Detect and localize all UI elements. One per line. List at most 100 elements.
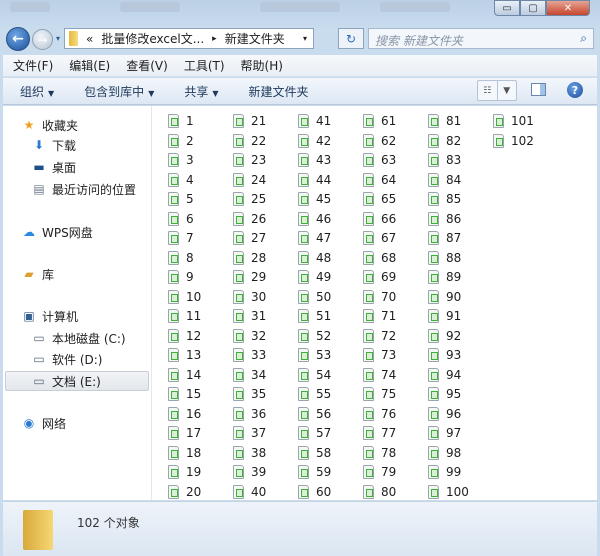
address-dropdown-icon[interactable]: ▾ [303, 34, 307, 43]
file-item[interactable]: 71 [363, 307, 396, 325]
sidebar-item[interactable]: ▭ 本地磁盘 (C:) [31, 328, 125, 348]
file-item[interactable]: 22 [233, 132, 266, 150]
file-item[interactable]: 69 [363, 268, 396, 286]
file-item[interactable]: 1 [168, 112, 194, 130]
file-item[interactable]: 24 [233, 171, 266, 189]
file-item[interactable]: 81 [428, 112, 461, 130]
breadcrumb-prefix[interactable]: « [86, 32, 93, 46]
sidebar-item[interactable]: ▤ 最近访问的位置 [31, 179, 136, 199]
file-item[interactable]: 54 [298, 366, 331, 384]
file-item[interactable]: 94 [428, 366, 461, 384]
menu-edit[interactable]: 编辑(E) [69, 57, 110, 74]
file-item[interactable]: 80 [363, 483, 396, 501]
breadcrumb-current[interactable]: 新建文件夹 [225, 30, 285, 47]
file-item[interactable]: 26 [233, 210, 266, 228]
file-item[interactable]: 87 [428, 229, 461, 247]
file-item[interactable]: 47 [298, 229, 331, 247]
organize-button[interactable]: 组织 ▼ [20, 83, 54, 100]
sidebar-item[interactable]: ▬ 桌面 [31, 157, 76, 177]
sidebar-item[interactable]: ▭ 软件 (D:) [31, 349, 102, 369]
new-folder-button[interactable]: 新建文件夹 [249, 83, 309, 100]
file-item[interactable]: 86 [428, 210, 461, 228]
file-item[interactable]: 4 [168, 171, 194, 189]
share-button[interactable]: 共享 ▼ [184, 83, 218, 100]
file-item[interactable]: 40 [233, 483, 266, 501]
file-item[interactable]: 39 [233, 463, 266, 481]
search-icon[interactable]: ⌕ [580, 31, 587, 46]
file-item[interactable]: 19 [168, 463, 201, 481]
sidebar-item[interactable]: ☁ WPS网盘 [21, 222, 93, 242]
file-item[interactable]: 17 [168, 424, 201, 442]
file-item[interactable]: 9 [168, 268, 194, 286]
file-item[interactable]: 88 [428, 249, 461, 267]
file-item[interactable]: 60 [298, 483, 331, 501]
file-item[interactable]: 27 [233, 229, 266, 247]
file-item[interactable]: 91 [428, 307, 461, 325]
view-dropdown-icon[interactable]: ▼ [498, 81, 517, 100]
preview-pane-button[interactable] [531, 83, 546, 96]
file-item[interactable]: 70 [363, 288, 396, 306]
file-item[interactable]: 57 [298, 424, 331, 442]
file-item[interactable]: 53 [298, 346, 331, 364]
file-item[interactable]: 56 [298, 405, 331, 423]
refresh-button[interactable]: ↻ [338, 28, 364, 49]
file-item[interactable]: 68 [363, 249, 396, 267]
file-item[interactable]: 74 [363, 366, 396, 384]
file-item[interactable]: 42 [298, 132, 331, 150]
file-item[interactable]: 62 [363, 132, 396, 150]
file-item[interactable]: 63 [363, 151, 396, 169]
address-bar[interactable]: « 批量修改excel文... ▸ 新建文件夹 ▾ [64, 28, 314, 49]
file-item[interactable]: 89 [428, 268, 461, 286]
file-item[interactable]: 5 [168, 190, 194, 208]
file-item[interactable]: 30 [233, 288, 266, 306]
sidebar-item[interactable]: ◉ 网络 [21, 413, 66, 433]
file-item[interactable]: 43 [298, 151, 331, 169]
file-item[interactable]: 25 [233, 190, 266, 208]
file-item[interactable]: 21 [233, 112, 266, 130]
minimize-button[interactable]: ▭ [494, 0, 520, 16]
file-item[interactable]: 79 [363, 463, 396, 481]
file-item[interactable]: 95 [428, 385, 461, 403]
file-item[interactable]: 65 [363, 190, 396, 208]
file-item[interactable]: 10 [168, 288, 201, 306]
file-item[interactable]: 13 [168, 346, 201, 364]
file-item[interactable]: 44 [298, 171, 331, 189]
file-item[interactable]: 2 [168, 132, 194, 150]
file-item[interactable]: 96 [428, 405, 461, 423]
file-item[interactable]: 84 [428, 171, 461, 189]
file-item[interactable]: 102 [493, 132, 534, 150]
file-item[interactable]: 20 [168, 483, 201, 501]
file-item[interactable]: 46 [298, 210, 331, 228]
file-item[interactable]: 77 [363, 424, 396, 442]
file-item[interactable]: 18 [168, 444, 201, 462]
sidebar-item[interactable]: ▣ 计算机 [21, 306, 78, 326]
file-item[interactable]: 75 [363, 385, 396, 403]
file-item[interactable]: 34 [233, 366, 266, 384]
menu-file[interactable]: 文件(F) [13, 57, 53, 74]
menu-view[interactable]: 查看(V) [126, 57, 168, 74]
file-item[interactable]: 31 [233, 307, 266, 325]
file-item[interactable]: 15 [168, 385, 201, 403]
file-item[interactable]: 6 [168, 210, 194, 228]
file-item[interactable]: 45 [298, 190, 331, 208]
file-item[interactable]: 72 [363, 327, 396, 345]
file-item[interactable]: 82 [428, 132, 461, 150]
include-in-library-button[interactable]: 包含到库中 ▼ [84, 83, 154, 100]
file-item[interactable]: 85 [428, 190, 461, 208]
file-item[interactable]: 100 [428, 483, 469, 501]
file-item[interactable]: 41 [298, 112, 331, 130]
file-item[interactable]: 98 [428, 444, 461, 462]
file-item[interactable]: 101 [493, 112, 534, 130]
file-item[interactable]: 16 [168, 405, 201, 423]
search-input[interactable]: 搜索 新建文件夹 ⌕ [368, 28, 594, 49]
file-item[interactable]: 48 [298, 249, 331, 267]
file-item[interactable]: 3 [168, 151, 194, 169]
file-item[interactable]: 37 [233, 424, 266, 442]
file-item[interactable]: 29 [233, 268, 266, 286]
file-item[interactable]: 99 [428, 463, 461, 481]
back-button[interactable]: ← [6, 27, 30, 51]
file-item[interactable]: 92 [428, 327, 461, 345]
file-item[interactable]: 35 [233, 385, 266, 403]
maximize-button[interactable]: ▢ [520, 0, 546, 16]
file-item[interactable]: 23 [233, 151, 266, 169]
